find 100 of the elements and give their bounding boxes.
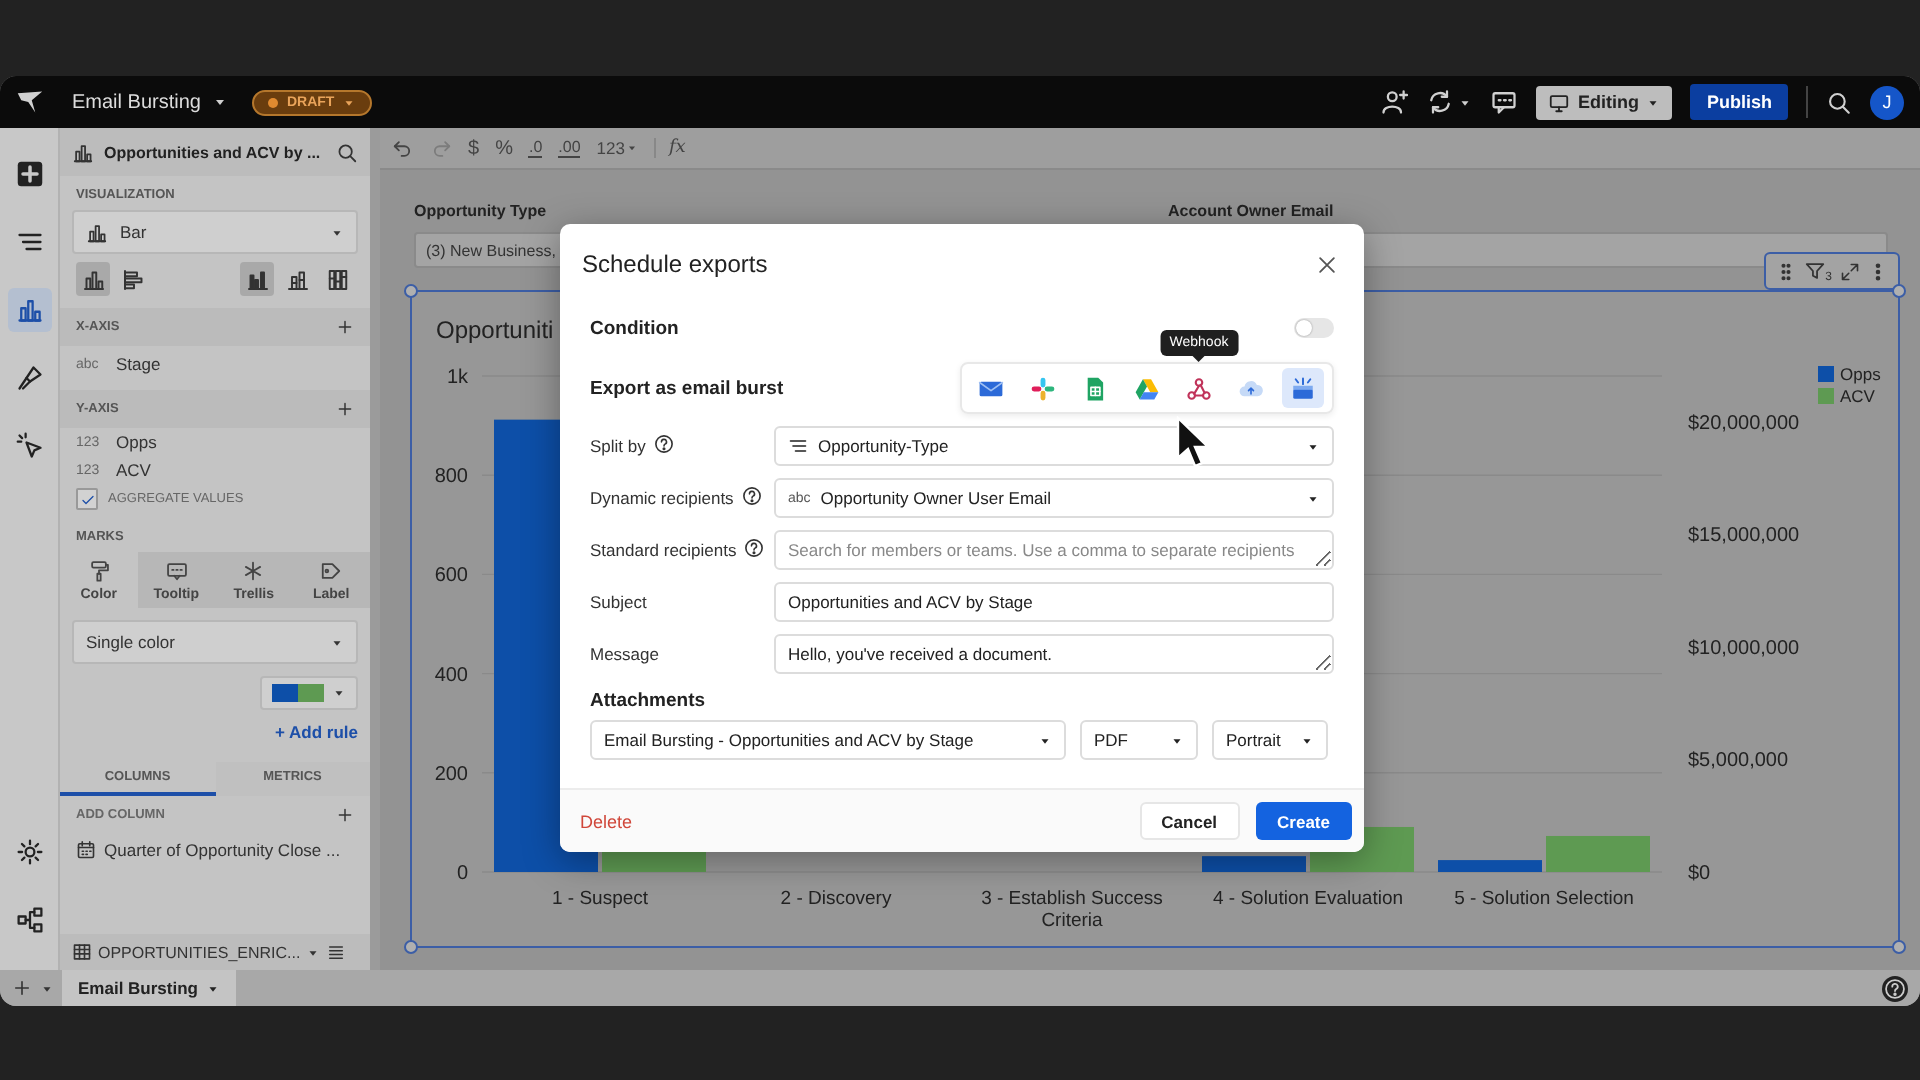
tray-icon — [1290, 375, 1316, 401]
axis-category-label: 4 - Solution Evaluation — [1212, 888, 1404, 910]
resize-handle[interactable] — [404, 284, 418, 298]
text-area[interactable]: Hello, you've received a document. — [774, 634, 1334, 674]
sheet-tab[interactable]: Email Bursting — [62, 970, 236, 1006]
axis-category-label: 2 - Discovery — [780, 888, 892, 910]
help-icon[interactable] — [741, 486, 762, 506]
help-icon[interactable] — [653, 434, 674, 454]
bar — [1438, 860, 1542, 872]
sync-icon[interactable] — [1425, 88, 1454, 116]
bar-chart-icon — [285, 267, 309, 291]
webhook-icon — [1186, 375, 1212, 401]
add-icon — [15, 160, 43, 188]
add-icon[interactable] — [12, 978, 32, 998]
section-heading: Attachments — [590, 690, 706, 712]
field-label: Subject — [590, 592, 647, 612]
search-icon[interactable] — [1826, 89, 1852, 115]
bar-style-option[interactable] — [240, 262, 274, 296]
caret-icon[interactable] — [1457, 95, 1472, 109]
checkbox[interactable] — [76, 488, 98, 510]
caret-icon[interactable] — [212, 94, 229, 110]
close-icon[interactable] — [1316, 253, 1338, 275]
add-person-icon[interactable] — [1379, 88, 1408, 116]
expand-icon[interactable] — [1840, 261, 1860, 281]
filter-icon[interactable] — [1803, 260, 1826, 282]
paint-roller-icon — [87, 560, 110, 582]
caret-icon — [1306, 439, 1320, 453]
text-area[interactable]: Search for members or teams. Use a comma to separate recipients — [774, 530, 1334, 570]
settings-icon — [15, 838, 43, 866]
create-button[interactable]: Create — [1255, 802, 1352, 840]
add-icon[interactable] — [336, 318, 354, 336]
field-label: Dynamic recipients — [590, 488, 734, 508]
resize-handle[interactable] — [404, 940, 418, 954]
bar-chart-icon — [15, 296, 43, 324]
number-format-dropdown[interactable]: 123 — [596, 138, 639, 158]
condition-toggle[interactable] — [1294, 318, 1334, 338]
logo-icon[interactable] — [16, 88, 44, 116]
caret-icon — [342, 95, 357, 109]
destination-option[interactable] — [1282, 368, 1324, 408]
caret-icon[interactable] — [40, 981, 54, 995]
list-icon[interactable] — [326, 942, 347, 962]
legend-label: ACV — [1840, 386, 1875, 406]
search-icon[interactable] — [336, 141, 358, 163]
bar-chart-icon — [86, 221, 108, 243]
axis-category-label: 5 - Solution Selection — [1454, 888, 1634, 910]
field-label: Split by — [590, 436, 646, 456]
speech-bubble-icon — [165, 560, 188, 582]
field-name[interactable]: ACV — [116, 460, 151, 480]
bar-chart-button[interactable] — [7, 288, 51, 332]
tag-icon — [320, 560, 343, 582]
format-button[interactable]: % — [495, 137, 513, 159]
caret-icon[interactable] — [306, 945, 321, 959]
attachment-select[interactable]: PDF — [1080, 720, 1198, 760]
add-icon[interactable] — [336, 400, 354, 418]
calendar-icon — [76, 840, 96, 860]
cancel-button[interactable]: Cancel — [1139, 802, 1240, 840]
input-field[interactable]: Opportunities and ACV by Stage — [774, 582, 1334, 622]
resize-handle[interactable] — [1892, 284, 1906, 298]
format-button[interactable]: $ — [468, 137, 480, 159]
resize-handle[interactable] — [1892, 940, 1906, 954]
decimals-button[interactable]: .00 — [558, 138, 581, 158]
color-picker[interactable] — [260, 676, 358, 710]
user-avatar[interactable]: J — [1870, 85, 1904, 119]
caret-icon — [332, 686, 346, 700]
bar — [1546, 836, 1650, 872]
add-icon[interactable] — [336, 806, 354, 824]
attachment-select[interactable]: Email Bursting - Opportunities and ACV by Stage — [590, 720, 1066, 760]
pointer-icon — [15, 432, 43, 460]
workbook-title[interactable]: Email Bursting — [72, 91, 201, 113]
table-icon — [72, 942, 92, 962]
formula-button[interactable]: fx — [654, 138, 686, 158]
cloud-upload-icon — [1238, 375, 1264, 401]
field-name[interactable]: Stage — [116, 354, 161, 374]
axis-tick-label: $20,000,000 — [1688, 412, 1800, 435]
comment-icon[interactable] — [1489, 88, 1518, 116]
network-icon — [15, 906, 43, 934]
legend-label: Opps — [1840, 364, 1881, 384]
field-name[interactable]: Opps — [116, 432, 157, 452]
decimals-button[interactable]: .0 — [528, 138, 543, 158]
delete-link[interactable]: Delete — [580, 811, 633, 831]
caret-icon — [205, 981, 220, 995]
chart-type-select[interactable]: Bar — [72, 210, 358, 254]
sheet-icon — [1082, 375, 1108, 401]
select-field[interactable]: Opportunity-Type — [774, 426, 1334, 466]
publish-button[interactable]: Publish — [1690, 84, 1788, 120]
color-mode-select[interactable]: Single color — [72, 620, 358, 664]
add-rule-link[interactable]: + Add rule — [275, 722, 358, 742]
attachment-select[interactable]: Portrait — [1212, 720, 1328, 760]
axis-tick-label: $15,000,000 — [1688, 525, 1800, 548]
condition-label: Condition — [590, 317, 679, 339]
brush-icon — [15, 364, 43, 392]
field-label: Message — [590, 644, 659, 664]
orientation-option[interactable] — [76, 262, 110, 296]
filter-label: Account Owner Email — [1168, 202, 1336, 220]
column-name[interactable]: Quarter of Opportunity Close ... — [104, 840, 341, 860]
help-icon[interactable] — [744, 538, 765, 558]
caret-icon — [1306, 491, 1320, 505]
mode-button[interactable]: Editing — [1535, 85, 1673, 119]
undo-icon[interactable] — [392, 137, 414, 159]
caret-icon — [1170, 733, 1184, 747]
